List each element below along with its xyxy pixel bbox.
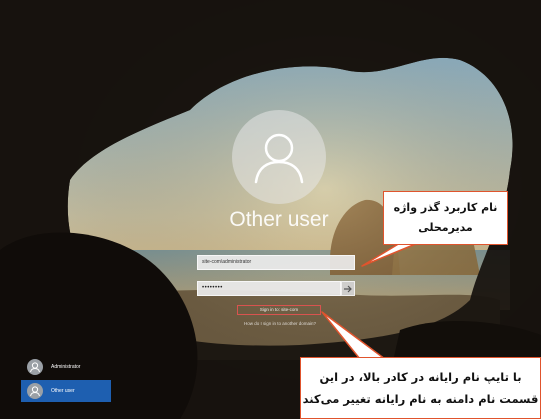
callout-line: با تایپ نام رایانه در کادر بالا، در این xyxy=(319,370,522,384)
account-item-other-user[interactable]: Other user xyxy=(21,380,111,402)
user-avatar xyxy=(232,110,326,204)
account-item-administrator[interactable]: Administrator xyxy=(21,356,111,378)
callout-line: نام کاربرد گذر واژه xyxy=(393,201,498,214)
account-label: Other user xyxy=(51,388,75,394)
submit-button[interactable] xyxy=(341,281,355,296)
callout-line: قسمت نام دامنه به نام رایانه تغییر می‌کن… xyxy=(302,392,539,406)
user-title: Other user xyxy=(229,208,329,231)
person-icon xyxy=(254,133,304,184)
account-avatar xyxy=(27,359,43,375)
password-dots: •••••••• xyxy=(202,285,223,291)
callout-domain-change: با تایپ نام رایانه در کادر بالا، در این … xyxy=(300,357,541,419)
callout-local-admin: نام کاربرد گذر واژه مدیرمحلی xyxy=(383,191,508,245)
other-domain-help-link[interactable]: How do I sign in to another domain? xyxy=(200,321,360,326)
account-label: Administrator xyxy=(51,364,81,370)
account-avatar xyxy=(27,383,43,399)
arrow-right-icon xyxy=(344,285,352,293)
sign-in-to-domain: Sign in to: site-com xyxy=(237,305,321,315)
person-icon xyxy=(30,386,40,397)
username-input[interactable]: site-com\administrator xyxy=(197,255,355,270)
person-icon xyxy=(30,362,40,373)
callout-line: مدیرمحلی xyxy=(418,221,473,234)
password-input[interactable]: •••••••• xyxy=(197,281,341,296)
